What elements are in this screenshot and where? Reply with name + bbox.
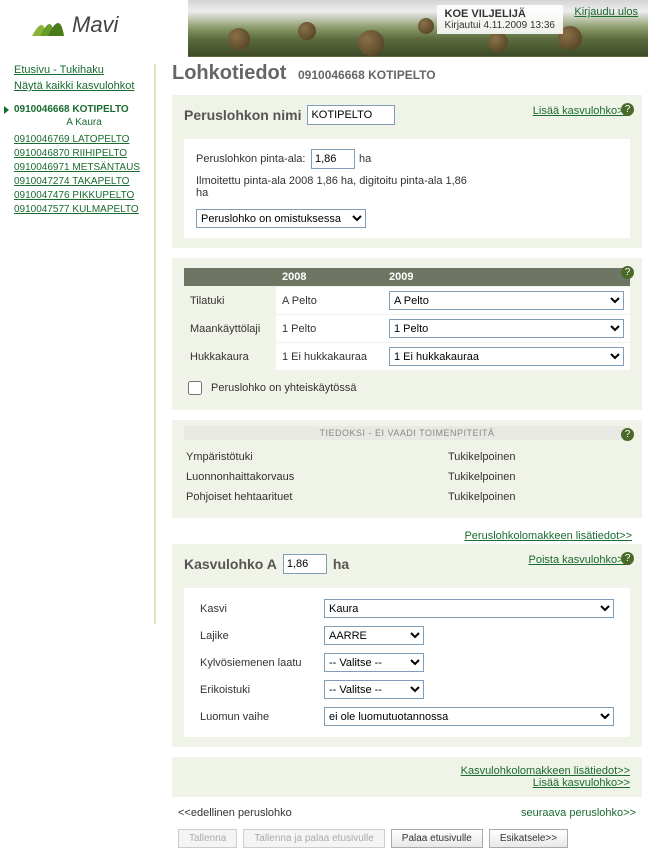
- nav-show-all[interactable]: Näytä kaikki kasvulohkot: [14, 80, 134, 92]
- kasvi-select[interactable]: Kaura: [324, 599, 614, 618]
- footer-links-panel: Kasvulohkolomakkeen lisätiedot>> Lisää k…: [172, 757, 642, 797]
- sidebar-item[interactable]: 0910047274 TAKAPELTO: [14, 176, 154, 187]
- info-key: Luonnonhaittakorvaus: [186, 468, 446, 486]
- add-growth-plot-link[interactable]: Lisää kasvulohko>>: [533, 105, 630, 117]
- field-label: Lajike: [194, 623, 316, 648]
- growth-area-unit: ha: [333, 556, 349, 572]
- eligibility-panel: ? TIEDOKSI - EI VAADI TOIMENPITEITÄ Ympä…: [172, 420, 642, 518]
- user-info: KOE VILJELIJÄ Kirjautui 4.11.2009 13:36: [437, 5, 563, 34]
- sidebar-item[interactable]: 0910046769 LATOPELTO: [14, 134, 154, 145]
- col-2008: 2008: [276, 268, 383, 287]
- sidebar-other-parcels: 0910046769 LATOPELTO 0910046870 RIIHIPEL…: [14, 134, 154, 215]
- info-val: Tukikelpoinen: [448, 488, 628, 506]
- field-label: Luomun vaihe: [194, 704, 316, 729]
- save-button[interactable]: Tallenna: [178, 829, 237, 848]
- brand-logo: Mavi: [30, 12, 118, 38]
- basic-form-more-link[interactable]: Peruslohkolomakkeen lisätiedot>>: [464, 530, 632, 542]
- help-icon[interactable]: ?: [621, 266, 634, 279]
- next-parcel-link[interactable]: seuraava peruslohko>>: [521, 807, 636, 819]
- lajike-select[interactable]: AARRE: [324, 626, 424, 645]
- growth-plot-title: Kasvulohko A: [184, 556, 277, 572]
- field-label: Kylvösiemenen laatu: [194, 650, 316, 675]
- page-title: Lohkotiedot 0910046668 KOTIPELTO: [172, 62, 642, 85]
- help-icon[interactable]: ?: [621, 103, 634, 116]
- preview-button[interactable]: Esikatsele>>: [489, 829, 568, 848]
- growth-plot-panel: ? Poista kasvulohko>> Kasvulohko A ha Ka…: [172, 544, 642, 747]
- area-label: Peruslohkon pinta-ala:: [196, 153, 311, 165]
- back-home-button[interactable]: Palaa etusivulle: [391, 829, 483, 848]
- tilatuki-select[interactable]: A Pelto: [389, 291, 624, 310]
- cell-2008: 1 Pelto: [276, 315, 383, 343]
- growth-area-input[interactable]: [283, 554, 327, 574]
- row-label: Maankäyttölaji: [184, 315, 276, 343]
- shared-use-label: Peruslohko on yhteiskäytössä: [211, 382, 357, 394]
- prev-parcel-link[interactable]: <<edellinen peruslohko: [178, 807, 292, 819]
- sidebar-item[interactable]: 0910047577 KULMAPELTO: [14, 204, 154, 215]
- help-icon[interactable]: ?: [621, 552, 634, 565]
- erikoistuki-select[interactable]: -- Valitse --: [324, 680, 424, 699]
- ownership-select[interactable]: Peruslohko on omistuksessa: [196, 209, 366, 228]
- parcel-area-input[interactable]: [311, 149, 355, 169]
- basic-parcel-panel: ? Lisää kasvulohko>> Peruslohkon nimi Pe…: [172, 95, 642, 248]
- info-key: Pohjoiset hehtaarituet: [186, 488, 446, 506]
- year-table: 2008 2009 Tilatuki A Pelto A Pelto Maank…: [184, 268, 630, 370]
- caret-right-icon: [4, 106, 9, 114]
- row-label: Hukkakaura: [184, 343, 276, 371]
- growth-form-more-link[interactable]: Kasvulohkolomakkeen lisätiedot>>: [461, 765, 630, 777]
- maankayttolaji-select[interactable]: 1 Pelto: [389, 319, 624, 338]
- basic-section-label: Peruslohkon nimi: [184, 107, 301, 123]
- hukkakaura-select[interactable]: 1 Ei hukkakauraa: [389, 347, 624, 366]
- sidebar-item[interactable]: 0910046870 RIIHIPELTO: [14, 148, 154, 159]
- cell-2008: A Pelto: [276, 287, 383, 315]
- header-banner: KOE VILJELIJÄ Kirjautui 4.11.2009 13:36 …: [188, 0, 648, 57]
- parcel-name-input[interactable]: [307, 105, 395, 125]
- save-and-home-button[interactable]: Tallenna ja palaa etusivulle: [243, 829, 385, 848]
- add-growth-plot-link-2[interactable]: Lisää kasvulohko>>: [533, 777, 630, 789]
- field-label: Kasvi: [194, 596, 316, 621]
- year-panel: ? 2008 2009 Tilatuki A Pelto A Pelto Maa…: [172, 258, 642, 410]
- info-val: Tukikelpoinen: [448, 448, 628, 466]
- area-unit: ha: [359, 153, 371, 165]
- info-banner: TIEDOKSI - EI VAADI TOIMENPITEITÄ: [184, 426, 630, 440]
- luomu-select[interactable]: ei ole luomutuotannossa: [324, 707, 614, 726]
- shared-use-checkbox[interactable]: [188, 381, 202, 395]
- info-key: Ympäristötuki: [186, 448, 446, 466]
- row-label: Tilatuki: [184, 287, 276, 315]
- nav-home[interactable]: Etusivu - Tukihaku: [14, 64, 104, 76]
- reported-area-text: Ilmoitettu pinta-ala 2008 1,86 ha, digit…: [196, 175, 476, 199]
- sidebar-item[interactable]: 0910046971 METSÄNTAUS: [14, 162, 154, 173]
- sidebar-item[interactable]: 0910047476 PIKKUPELTO: [14, 190, 154, 201]
- logout-link[interactable]: Kirjaudu ulos: [574, 6, 638, 18]
- col-2009: 2009: [383, 268, 630, 287]
- field-label: Erikoistuki: [194, 677, 316, 702]
- help-icon[interactable]: ?: [621, 428, 634, 441]
- siemen-select[interactable]: -- Valitse --: [324, 653, 424, 672]
- cell-2008: 1 Ei hukkakauraa: [276, 343, 383, 371]
- sidebar-current-parcel[interactable]: 0910046668 KOTIPELTO A Kaura: [14, 104, 154, 128]
- info-val: Tukikelpoinen: [448, 468, 628, 486]
- remove-growth-plot-link[interactable]: Poista kasvulohko>>: [528, 554, 630, 566]
